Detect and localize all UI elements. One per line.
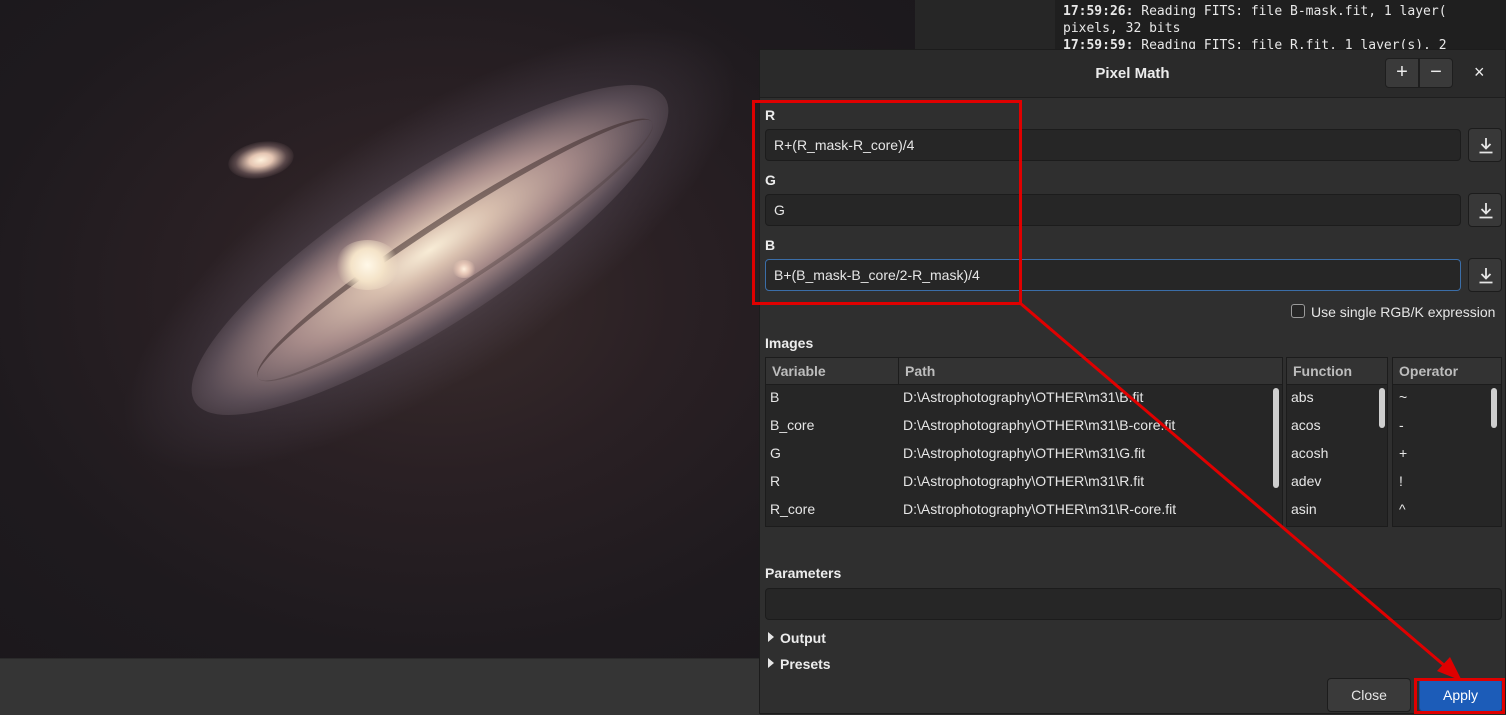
annotation-arrow-icon — [1019, 301, 1462, 681]
